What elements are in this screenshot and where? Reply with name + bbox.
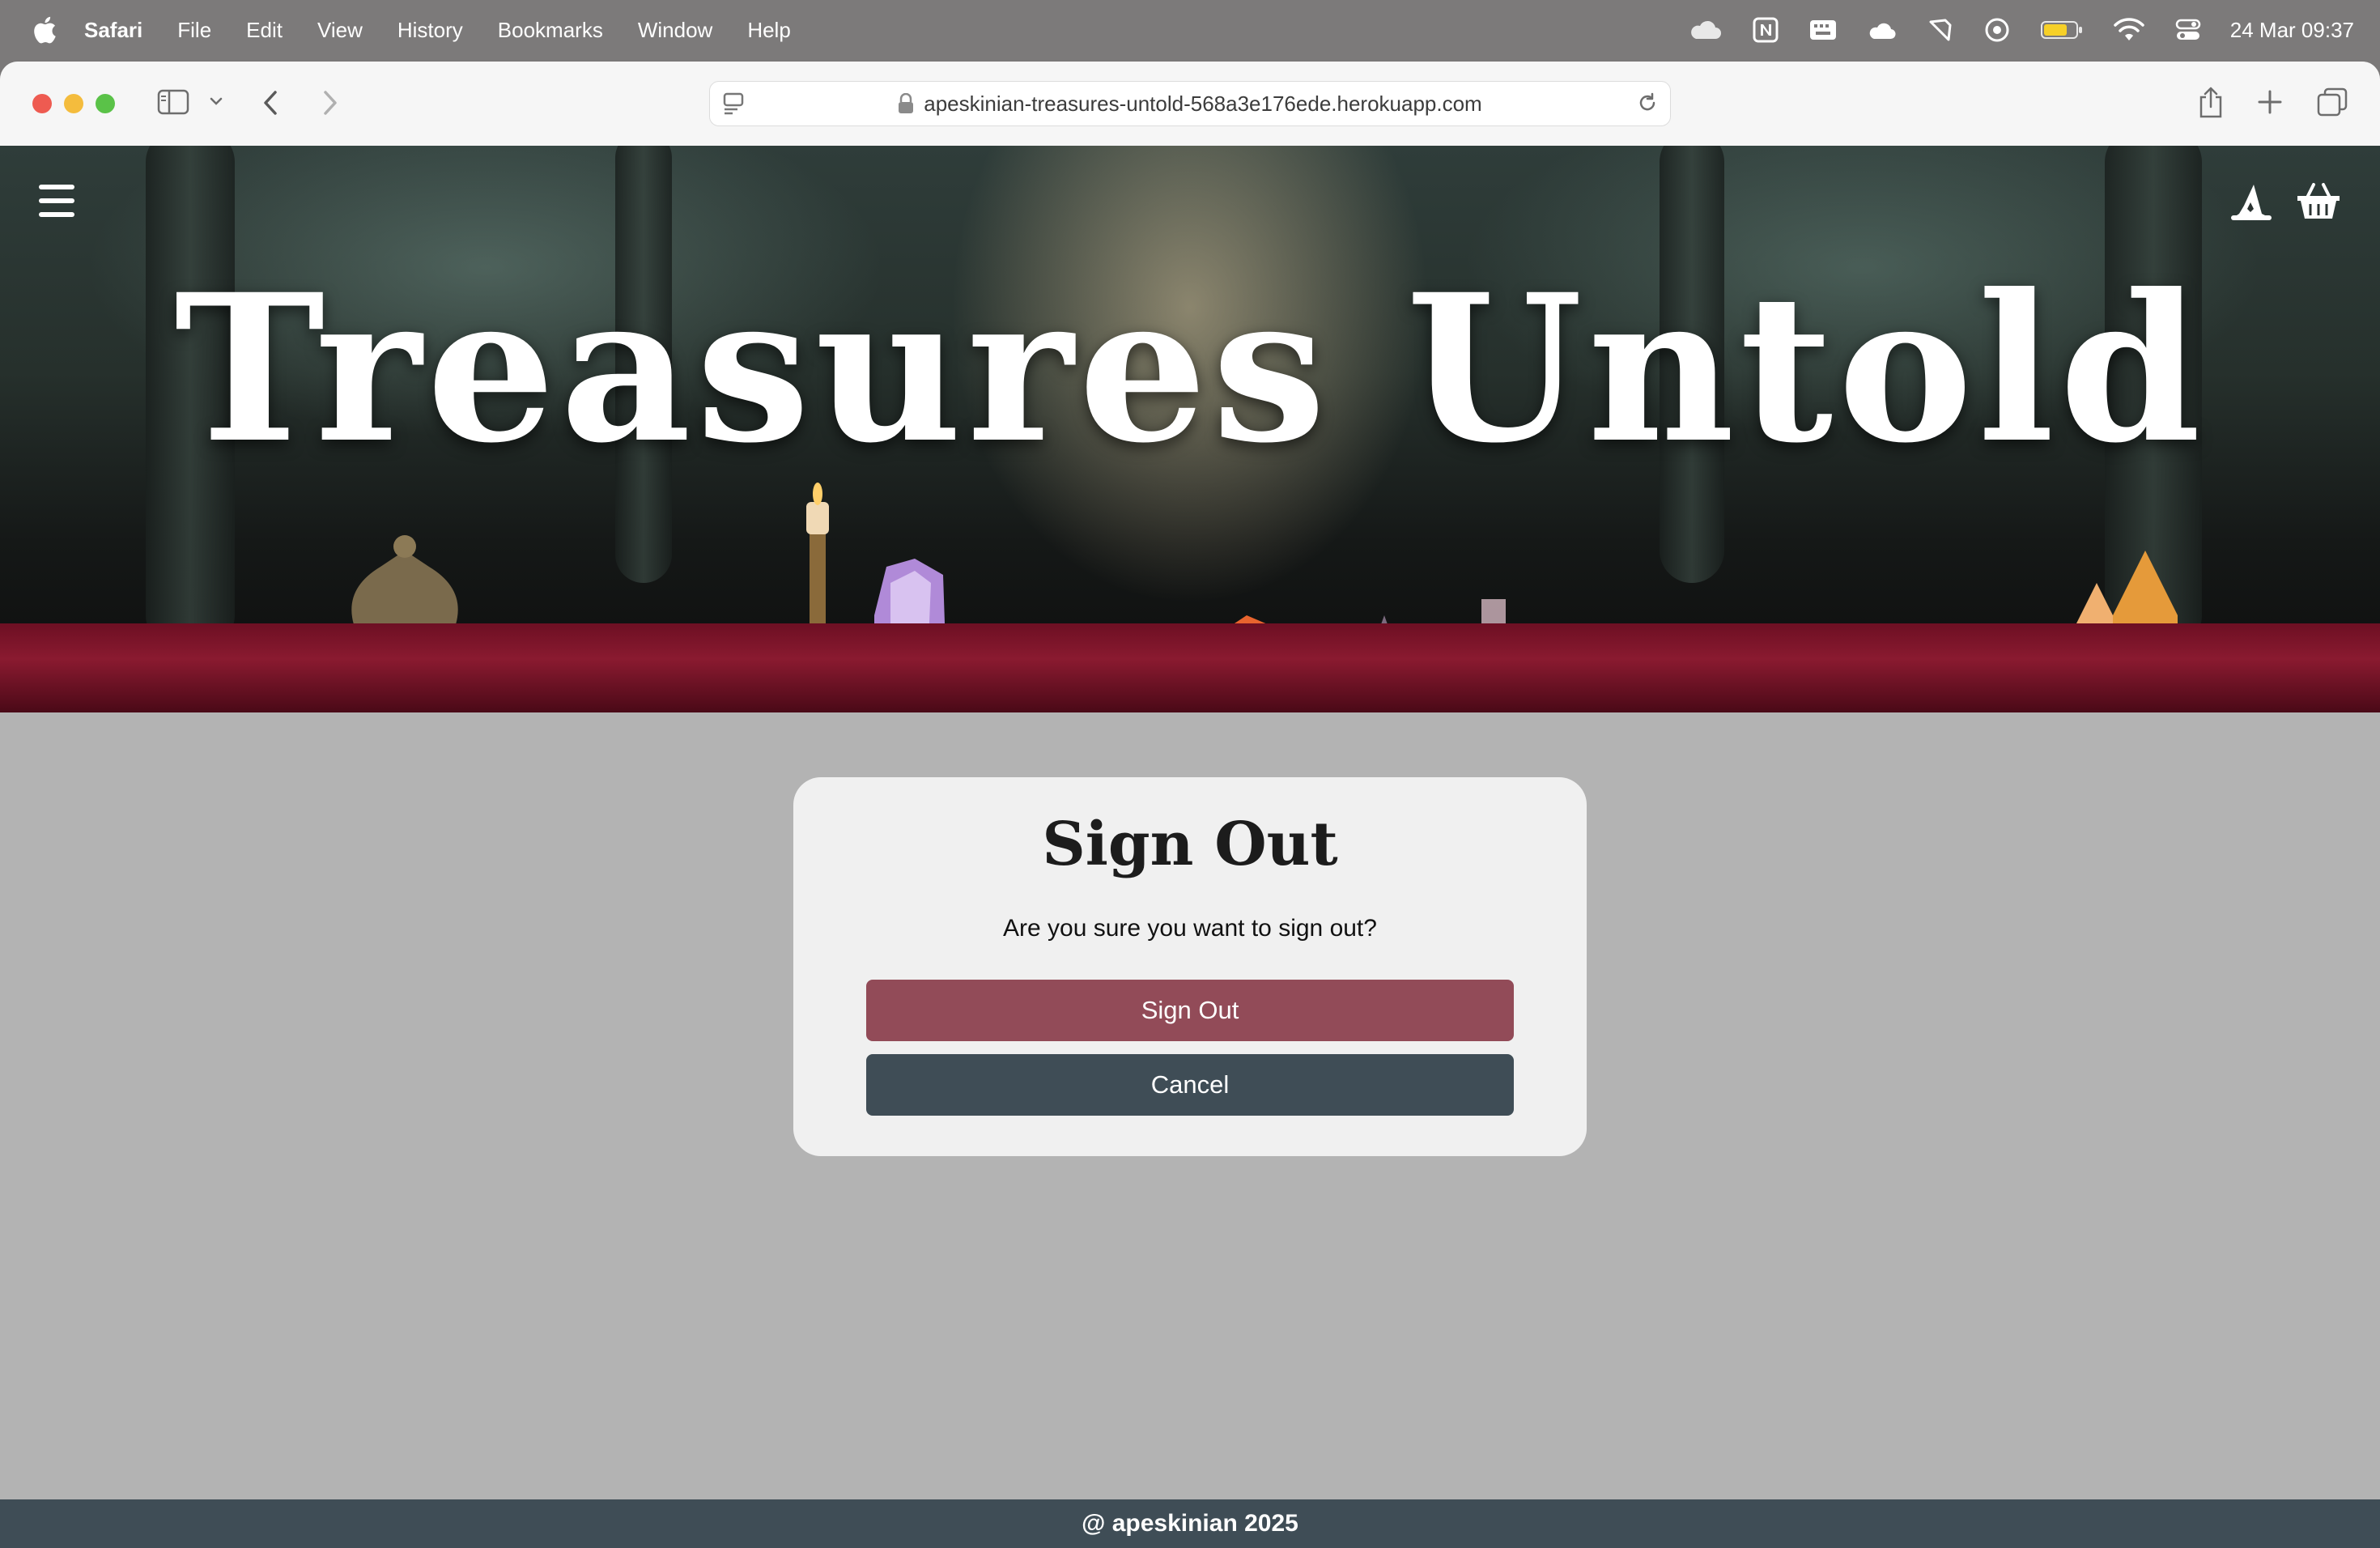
control-center-icon[interactable] — [2175, 17, 2201, 43]
web-page: Treasures Untold Sign Out Are you sure y… — [0, 146, 2380, 1548]
footer-text: @ apeskinian 2025 — [1082, 1510, 1298, 1537]
target-icon[interactable] — [1984, 17, 2010, 43]
lock-icon — [898, 93, 914, 114]
minimize-window-button[interactable] — [64, 94, 83, 113]
menu-view[interactable]: View — [317, 18, 363, 43]
wizard-hat-icon[interactable] — [2229, 181, 2273, 226]
sign-out-message: Are you sure you want to sign out? — [1003, 915, 1377, 942]
cloud-app-icon[interactable] — [1868, 18, 1897, 42]
url-text[interactable]: apeskinian-treasures-untold-568a3e176ede… — [924, 91, 1481, 117]
menu-edit[interactable]: Edit — [246, 18, 283, 43]
basket-icon[interactable] — [2296, 181, 2341, 226]
pen-icon[interactable] — [1927, 17, 1953, 43]
icloud-icon[interactable] — [1688, 19, 1722, 40]
zoom-window-button[interactable] — [96, 94, 115, 113]
menu-clock[interactable]: 24 Mar 09:37 — [2230, 18, 2354, 43]
reload-icon[interactable] — [1636, 91, 1659, 114]
sign-out-card: Sign Out Are you sure you want to sign o… — [793, 777, 1587, 1156]
address-bar[interactable]: apeskinian-treasures-untold-568a3e176ede… — [709, 81, 1671, 126]
safari-window: apeskinian-treasures-untold-568a3e176ede… — [0, 62, 2380, 1548]
sign-out-button[interactable]: Sign Out — [866, 980, 1514, 1041]
menu-app-name[interactable]: Safari — [84, 18, 142, 43]
battery-icon[interactable] — [2040, 19, 2083, 40]
back-arrow-icon[interactable] — [261, 89, 280, 117]
apple-logo-icon[interactable] — [32, 15, 57, 45]
menu-bookmarks[interactable]: Bookmarks — [498, 18, 603, 43]
hero-banner: Treasures Untold — [0, 146, 2380, 712]
menu-file[interactable]: File — [177, 18, 211, 43]
notion-icon[interactable] — [1753, 17, 1779, 43]
chevron-down-icon[interactable] — [209, 96, 223, 107]
sidebar-toggle-icon[interactable] — [157, 89, 189, 115]
browser-toolbar: apeskinian-treasures-untold-568a3e176ede… — [0, 62, 2380, 147]
tab-overview-icon[interactable] — [2317, 87, 2348, 117]
menu-window[interactable]: Window — [638, 18, 712, 43]
hamburger-menu-icon[interactable] — [39, 185, 74, 217]
page-footer: @ apeskinian 2025 — [0, 1499, 2380, 1548]
macos-menu-bar: Safari File Edit View History Bookmarks … — [0, 0, 2380, 60]
sign-out-heading: Sign Out — [1042, 810, 1338, 879]
keyboard-icon[interactable] — [1809, 19, 1837, 41]
close-window-button[interactable] — [32, 94, 52, 113]
menu-history[interactable]: History — [397, 18, 463, 43]
cancel-button[interactable]: Cancel — [866, 1054, 1514, 1116]
table-surface — [0, 623, 2380, 712]
site-title[interactable]: Treasures Untold — [0, 267, 2380, 470]
status-area: 24 Mar 09:37 — [1657, 0, 2354, 60]
wifi-icon[interactable] — [2114, 18, 2144, 42]
share-icon[interactable] — [2197, 86, 2225, 118]
forward-arrow-icon[interactable] — [321, 89, 340, 117]
new-tab-plus-icon[interactable] — [2257, 89, 2283, 115]
menu-help[interactable]: Help — [747, 18, 790, 43]
